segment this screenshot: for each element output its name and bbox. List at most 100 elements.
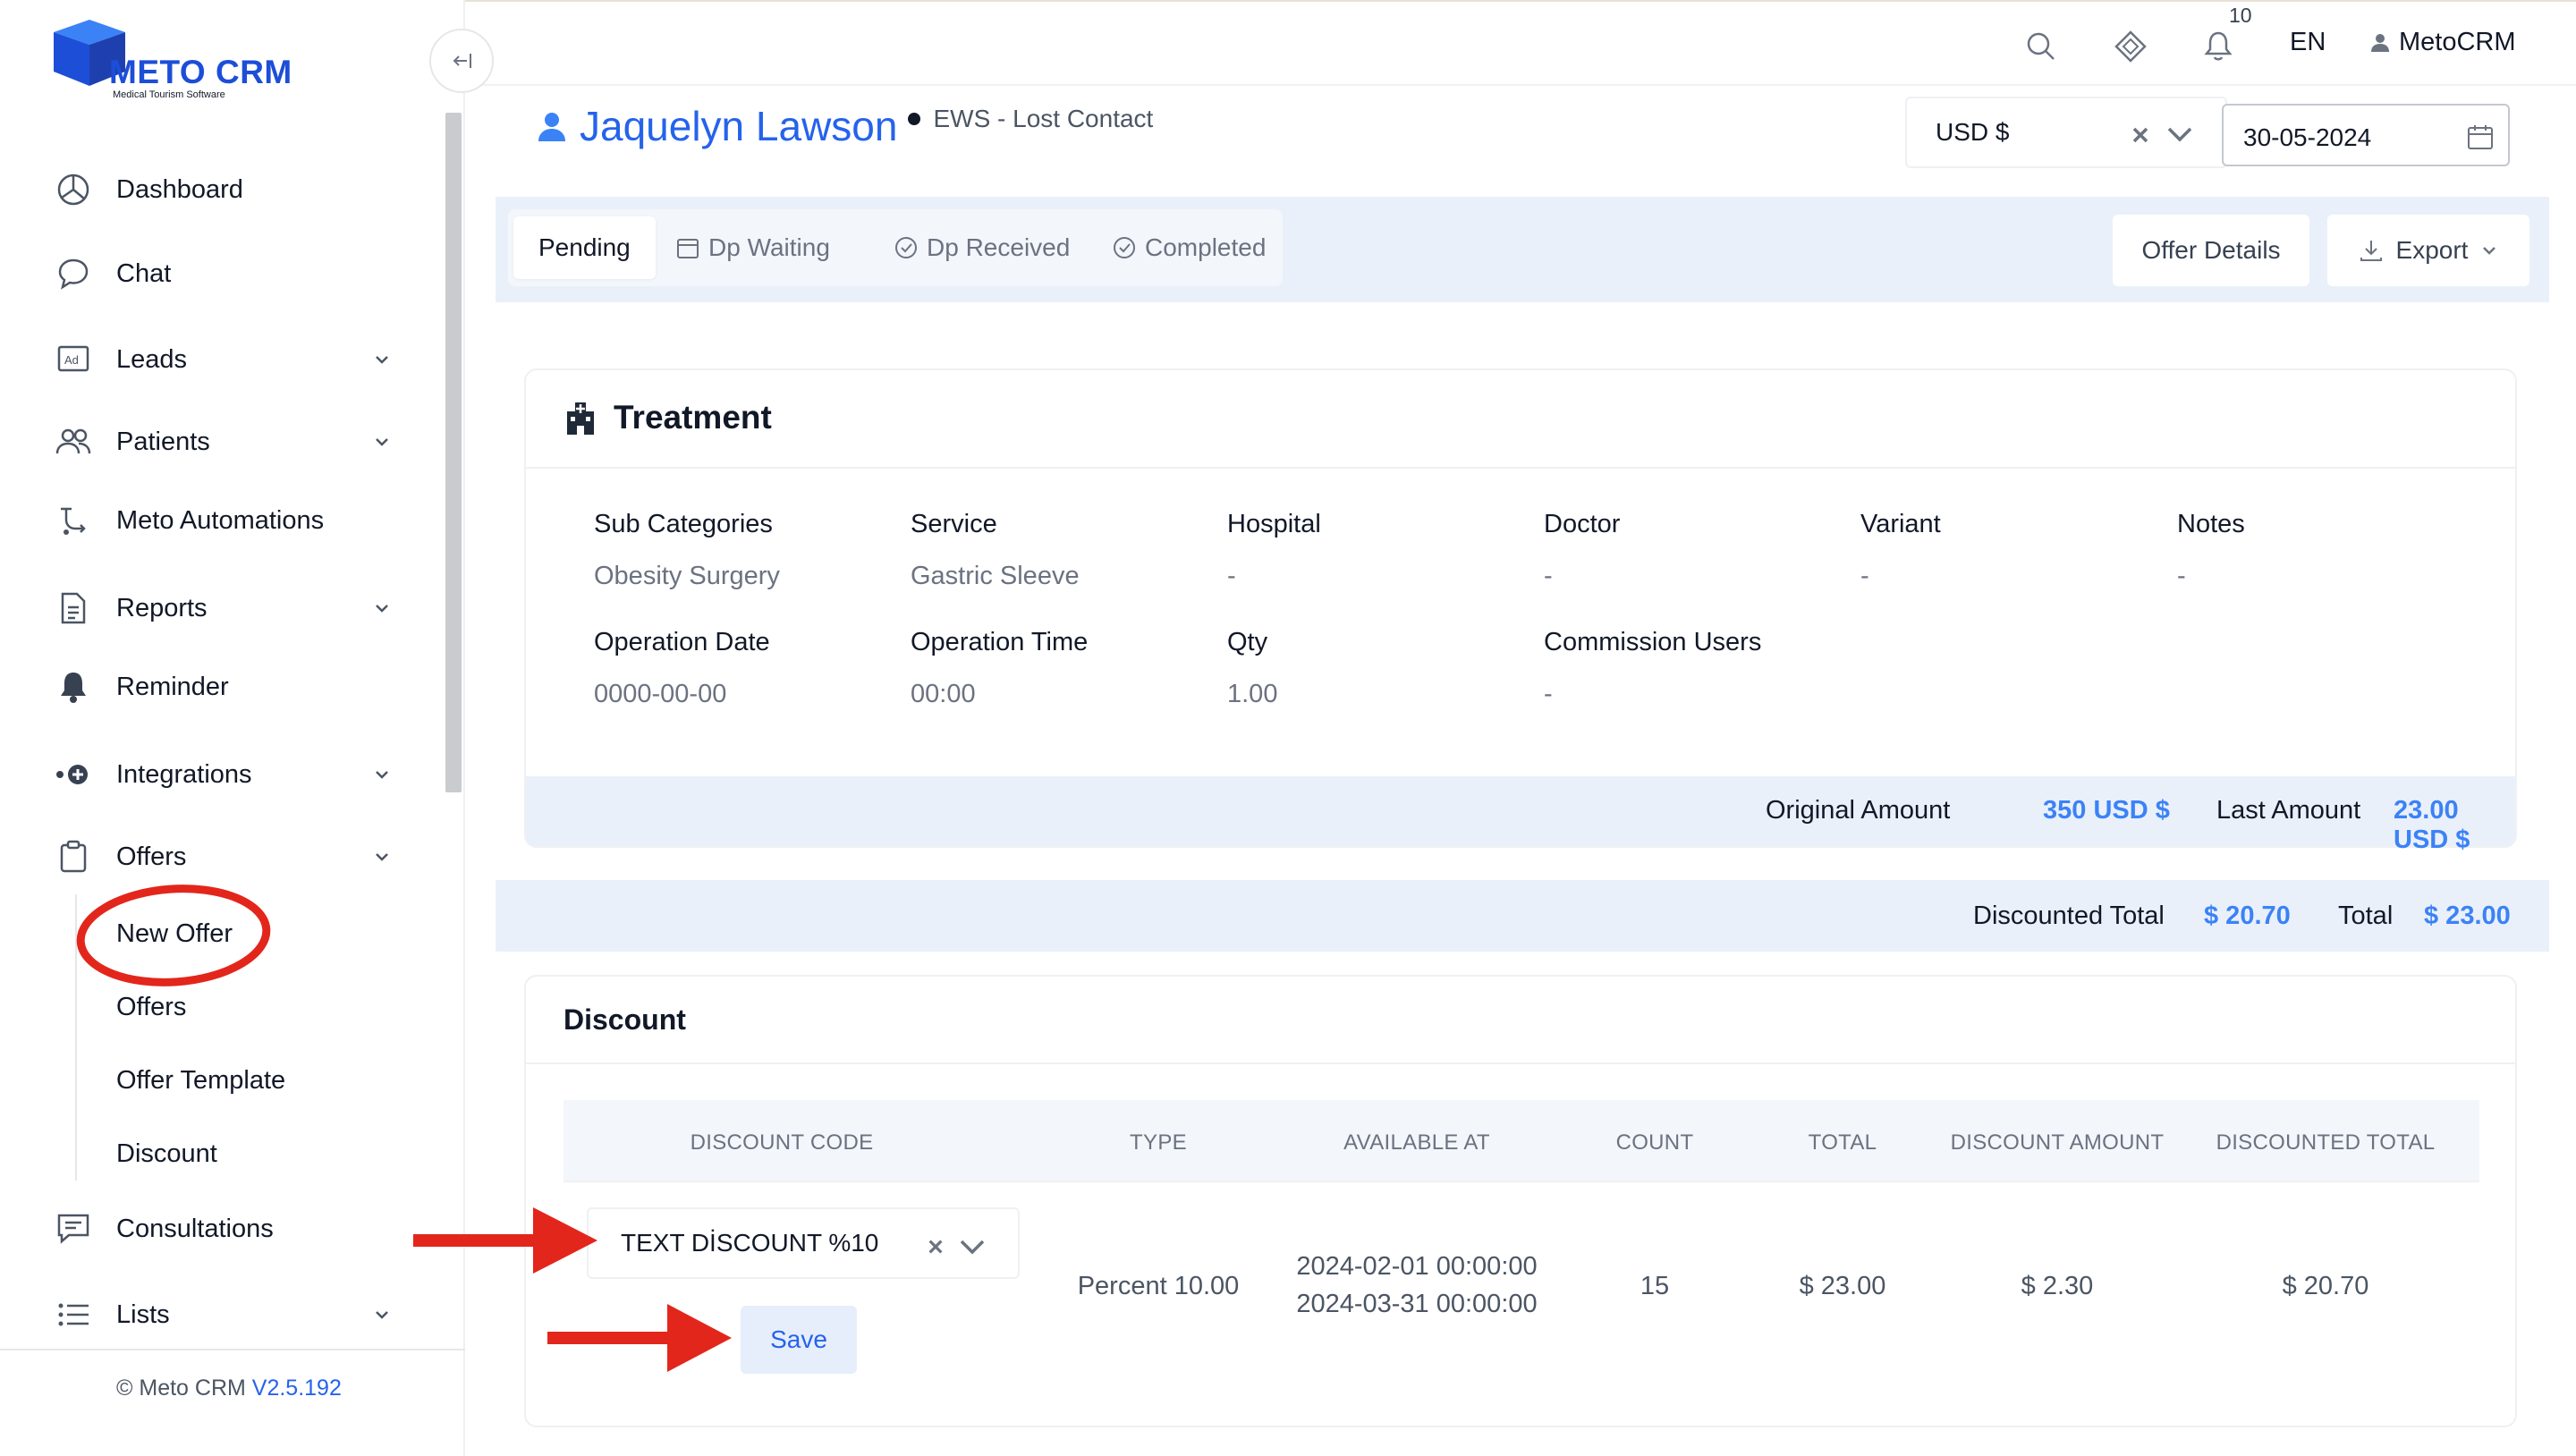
chevron-down-icon bbox=[376, 605, 388, 613]
label-commission-users: Commission Users bbox=[1544, 628, 1762, 656]
user-icon bbox=[538, 113, 565, 141]
sidebar-item-reports[interactable]: Reports bbox=[54, 581, 394, 635]
th-available-at: AVAILABLE AT bbox=[1343, 1130, 1490, 1155]
sidebar-footer bbox=[0, 1349, 465, 1456]
value-doctor: - bbox=[1544, 562, 1553, 590]
tab-label: Pending bbox=[538, 233, 631, 261]
chevron-down-icon bbox=[376, 1311, 388, 1319]
label-operation-time: Operation Time bbox=[911, 628, 1089, 656]
notification-bell-icon[interactable] bbox=[2200, 29, 2236, 64]
search-icon[interactable] bbox=[2023, 29, 2059, 64]
check-circle-icon bbox=[895, 237, 917, 258]
value-operation-date: 0000-00-00 bbox=[594, 680, 727, 708]
sidebar-item-label: Lists bbox=[116, 1299, 170, 1329]
th-type: TYPE bbox=[1130, 1130, 1187, 1155]
sidebar-item-consultations[interactable]: Consultations bbox=[54, 1202, 394, 1256]
calendar-icon[interactable] bbox=[2467, 123, 2494, 150]
sidebar-item-chat[interactable]: Chat bbox=[54, 247, 394, 301]
card-divider bbox=[526, 1062, 2515, 1064]
value-sub-categories: Obesity Surgery bbox=[594, 562, 780, 590]
status-dot bbox=[908, 113, 921, 125]
chevron-down-icon bbox=[376, 356, 388, 364]
user-menu[interactable]: MetoCRM bbox=[2370, 28, 2516, 57]
chevron-down-icon[interactable] bbox=[959, 1236, 986, 1257]
label-qty: Qty bbox=[1227, 628, 1268, 656]
copyright-text: © Meto CRM bbox=[116, 1376, 246, 1401]
save-button[interactable]: Save bbox=[741, 1306, 857, 1374]
svg-text:Ad: Ad bbox=[64, 353, 79, 367]
table-divider bbox=[564, 1181, 2479, 1182]
check-circle-icon bbox=[1114, 237, 1135, 258]
chat-icon bbox=[54, 254, 93, 293]
sidebar-item-lists[interactable]: Lists bbox=[54, 1288, 394, 1342]
tab-dp-waiting[interactable]: Dp Waiting bbox=[676, 216, 830, 279]
sidebar-item-patients[interactable]: Patients bbox=[54, 415, 394, 469]
chevron-down-icon bbox=[376, 853, 388, 861]
value-qty: 1.00 bbox=[1227, 680, 1278, 708]
tab-pending[interactable]: Pending bbox=[513, 216, 656, 279]
sidebar-item-label: Consultations bbox=[116, 1214, 274, 1243]
tab-label: Completed bbox=[1145, 233, 1267, 261]
calendar-icon bbox=[677, 239, 699, 258]
list-icon bbox=[54, 1295, 93, 1334]
discount-code-select[interactable]: TEXT DİSCOUNT %10 bbox=[587, 1207, 1020, 1279]
treatment-title: Treatment bbox=[614, 399, 772, 436]
collapse-sidebar-button[interactable] bbox=[429, 29, 494, 93]
export-label: Export bbox=[2395, 236, 2469, 264]
submenu-guide-line bbox=[75, 894, 77, 1181]
sidebar-item-label: Reports bbox=[116, 593, 208, 622]
notification-count: 10 bbox=[2229, 4, 2252, 27]
diamond-icon[interactable] bbox=[2113, 29, 2148, 64]
automation-icon bbox=[54, 501, 93, 540]
download-icon bbox=[2360, 241, 2382, 261]
clipboard-icon bbox=[54, 837, 93, 876]
th-count: COUNT bbox=[1615, 1130, 1694, 1155]
sidebar-item-leads[interactable]: Ad Leads bbox=[54, 333, 394, 386]
sidebar-item-label: Meto Automations bbox=[116, 505, 325, 535]
language-switcher[interactable]: EN bbox=[2290, 28, 2326, 57]
version-link[interactable]: V2.5.192 bbox=[252, 1376, 342, 1401]
collapse-arrow-icon bbox=[453, 54, 471, 68]
offer-details-button[interactable]: Offer Details bbox=[2113, 215, 2309, 286]
td-total: $ 23.00 bbox=[1799, 1272, 1886, 1300]
sidebar-item-meto-automations[interactable]: Meto Automations bbox=[54, 494, 394, 547]
sidebar: METO CRM Medical Tourism Software Dashbo… bbox=[0, 0, 494, 1456]
user-icon bbox=[2371, 33, 2389, 52]
users-icon bbox=[54, 422, 93, 461]
date-picker[interactable]: 30-05-2024 bbox=[2222, 104, 2510, 166]
tab-dp-received[interactable]: Dp Received bbox=[894, 216, 1070, 279]
sidebar-item-dashboard[interactable]: Dashboard bbox=[54, 163, 394, 216]
ad-icon: Ad bbox=[54, 340, 93, 379]
patient-name-link[interactable]: Jaquelyn Lawson bbox=[580, 102, 897, 150]
label-notes: Notes bbox=[2177, 510, 2245, 538]
patient-header: Jaquelyn Lawson EWS - Lost Contact bbox=[537, 102, 1153, 150]
clear-icon[interactable] bbox=[927, 1238, 945, 1256]
submenu-item-offer-template[interactable]: Offer Template bbox=[116, 1066, 285, 1096]
tab-completed[interactable]: Completed bbox=[1113, 216, 1266, 279]
clear-icon[interactable] bbox=[2131, 125, 2150, 145]
app-logo[interactable]: METO CRM Medical Tourism Software bbox=[50, 16, 318, 106]
export-button[interactable]: Export bbox=[2327, 215, 2529, 286]
discount-title: Discount bbox=[564, 1003, 686, 1036]
total-label: Total bbox=[2338, 902, 2394, 930]
value-service: Gastric Sleeve bbox=[911, 562, 1080, 590]
totals-bar: Discounted Total $ 20.70 Total $ 23.00 bbox=[496, 880, 2549, 952]
chevron-down-icon[interactable] bbox=[2166, 123, 2193, 145]
sidebar-item-label: Reminder bbox=[116, 672, 229, 701]
submenu-item-discount[interactable]: Discount bbox=[116, 1139, 217, 1169]
submenu-item-new-offer[interactable]: New Offer bbox=[116, 919, 233, 949]
th-discount-amount: DISCOUNT AMOUNT bbox=[1950, 1130, 2165, 1155]
discounted-total-value: $ 20.70 bbox=[2204, 902, 2291, 930]
message-icon bbox=[54, 1209, 93, 1249]
sidebar-item-integrations[interactable]: Integrations bbox=[54, 748, 394, 801]
sidebar-scrollbar[interactable] bbox=[445, 113, 462, 792]
value-hospital: - bbox=[1227, 562, 1236, 590]
dashboard-icon bbox=[54, 170, 93, 209]
sidebar-item-offers[interactable]: Offers bbox=[54, 830, 394, 884]
original-amount-label: Original Amount bbox=[1766, 796, 1951, 825]
discount-code-value: TEXT DİSCOUNT %10 bbox=[621, 1229, 879, 1257]
logo-title: METO CRM bbox=[109, 54, 292, 90]
sidebar-item-reminder[interactable]: Reminder bbox=[54, 660, 394, 714]
currency-select[interactable]: USD $ bbox=[1905, 97, 2227, 168]
submenu-item-offers[interactable]: Offers bbox=[116, 993, 186, 1022]
